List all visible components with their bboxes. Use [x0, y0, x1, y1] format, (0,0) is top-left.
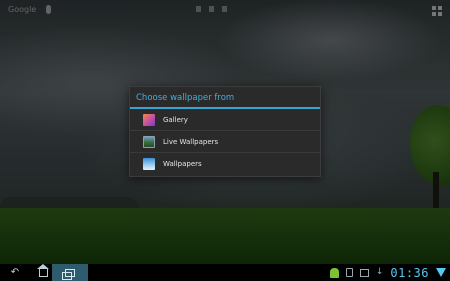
- image-icon: [359, 268, 369, 277]
- indicator-icon: [196, 6, 201, 12]
- system-bar: ↶ ↓ 01:36: [0, 263, 450, 281]
- mic-icon[interactable]: [46, 5, 51, 14]
- back-icon: ↶: [10, 266, 20, 278]
- home-button[interactable]: [32, 263, 54, 281]
- indicator-icon: [222, 6, 227, 12]
- option-label: Wallpapers: [163, 160, 202, 168]
- gallery-icon: [143, 113, 155, 126]
- back-button[interactable]: ↶: [4, 264, 26, 281]
- recent-apps-icon: [62, 268, 75, 280]
- clock: 01:36: [390, 265, 429, 280]
- option-label: Live Wallpapers: [163, 137, 219, 146]
- android-icon: [329, 267, 339, 278]
- usb-icon: [345, 268, 353, 277]
- wifi-icon: [436, 268, 446, 277]
- apps-grid-icon[interactable]: [432, 6, 442, 16]
- home-top-bar: Google: [0, 0, 450, 20]
- home-icon: [36, 263, 49, 277]
- option-wallpapers[interactable]: Wallpapers: [130, 153, 320, 175]
- choose-wallpaper-dialog: Choose wallpaper from Gallery Live Wallp…: [129, 86, 321, 177]
- google-search-label[interactable]: Google: [8, 5, 36, 14]
- dialog-title: Choose wallpaper from: [130, 87, 320, 109]
- indicator-icon: [209, 6, 214, 12]
- option-gallery[interactable]: Gallery: [130, 109, 320, 131]
- home-top-indicators: [196, 6, 227, 12]
- live-wallpapers-icon: [143, 135, 155, 148]
- wallpapers-icon: [143, 158, 155, 170]
- download-icon: ↓: [375, 267, 384, 277]
- recent-apps-button[interactable]: [52, 264, 88, 281]
- option-label: Gallery: [163, 115, 188, 124]
- status-tray[interactable]: ↓ 01:36: [329, 264, 446, 281]
- option-live-wallpapers[interactable]: Live Wallpapers: [130, 131, 320, 153]
